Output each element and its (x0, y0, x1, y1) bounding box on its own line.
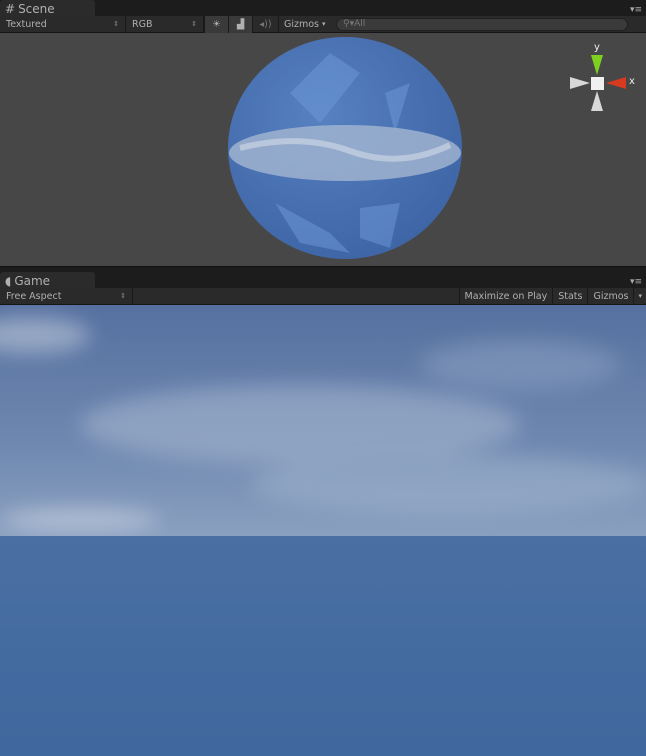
tab-scene[interactable]: # Scene (0, 0, 95, 16)
grid-icon: # (5, 1, 16, 16)
neg-y-axis-cone[interactable] (591, 91, 603, 111)
scene-tab-bar: # Scene ▾≡ (0, 0, 646, 16)
y-axis-cone[interactable] (591, 55, 603, 75)
gizmos-toggle[interactable]: Gizmos (587, 287, 633, 305)
panel-menu-icon[interactable]: ▾≡ (630, 5, 642, 15)
sea (0, 536, 646, 756)
render-mode-dropdown[interactable]: Textured ⇕ (0, 15, 126, 33)
updown-icon: ⇕ (191, 20, 197, 28)
sphere-object[interactable] (228, 37, 462, 259)
game-viewport[interactable] (0, 305, 646, 756)
x-axis-cone[interactable] (606, 77, 626, 89)
game-tab-bar: ◖ Game ▾≡ (0, 266, 646, 289)
game-svg (0, 305, 646, 756)
pacman-icon: ◖ (5, 274, 12, 288)
game-toolbar: Free Aspect ⇕ Maximize on Play Stats Gizm… (0, 287, 646, 305)
stats-toggle[interactable]: Stats (552, 287, 587, 305)
search-icon: ⚲▾ (343, 19, 355, 29)
updown-icon: ⇕ (113, 20, 119, 28)
center-cube[interactable] (591, 77, 604, 90)
scene-svg: y x (228, 37, 635, 259)
search-input[interactable]: ⚲▾ All (336, 17, 628, 31)
scene-viewport[interactable]: y x (0, 33, 646, 266)
speaker-icon: ◂)) (259, 18, 272, 30)
maximize-on-play-toggle[interactable]: Maximize on Play (458, 287, 553, 305)
image-icon: ▟ (236, 18, 245, 30)
panel-menu-icon[interactable]: ▾≡ (630, 277, 642, 287)
lighting-toggle[interactable]: ☀ (204, 15, 228, 33)
image-effects-toggle[interactable]: ▟ (228, 15, 252, 33)
gizmos-dropdown[interactable]: Gizmos ▾ (278, 15, 328, 33)
audio-toggle[interactable]: ◂)) (252, 15, 278, 33)
orientation-gizmo[interactable]: y x (570, 42, 635, 111)
neg-x-axis-cone[interactable] (570, 77, 590, 89)
aspect-dropdown[interactable]: Free Aspect ⇕ (0, 287, 133, 305)
updown-icon: ⇕ (120, 292, 126, 300)
gizmos-dropdown-arrow[interactable]: ▾ (633, 287, 646, 305)
tab-game[interactable]: ◖ Game (0, 272, 95, 289)
sun-icon: ☀ (212, 18, 221, 30)
color-mode-dropdown[interactable]: RGB ⇕ (126, 15, 204, 33)
x-label: x (629, 76, 635, 87)
y-label: y (594, 42, 600, 53)
scene-toolbar: Textured ⇕ RGB ⇕ ☀ ▟ ◂)) Gizmos ▾ ⚲▾ All (0, 15, 646, 33)
